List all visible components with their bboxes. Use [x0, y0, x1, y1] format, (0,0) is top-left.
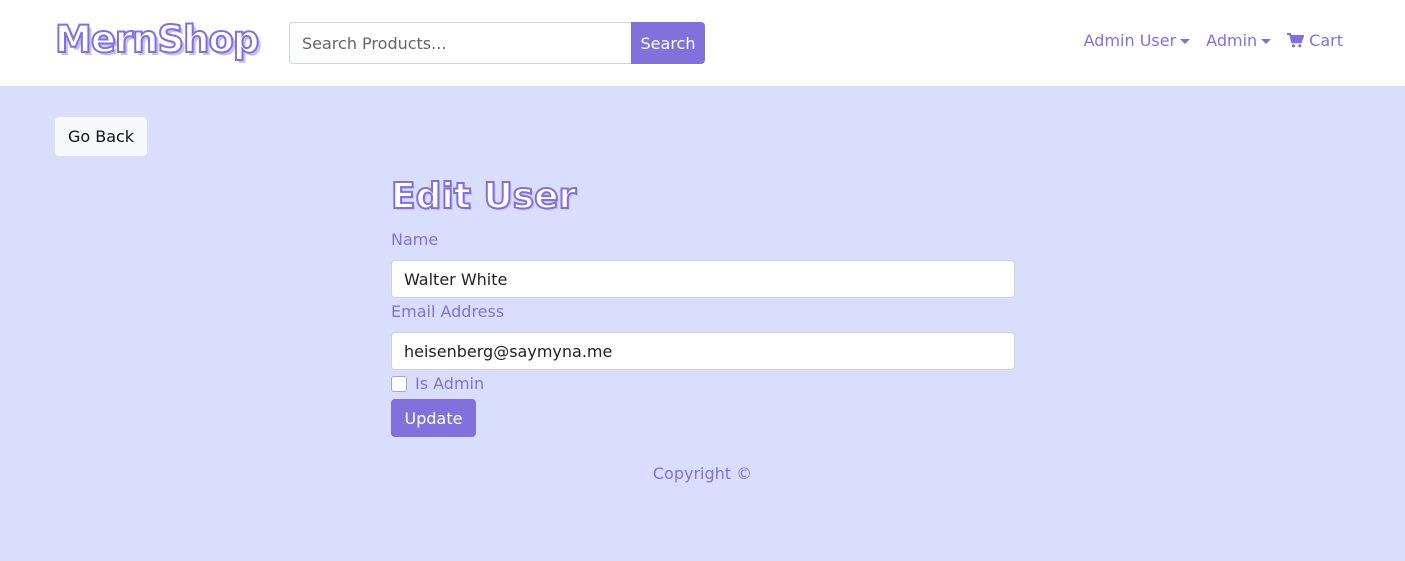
admin-label: Admin	[1206, 31, 1258, 50]
is-admin-row: Is Admin	[391, 373, 1015, 394]
chevron-down-icon	[1180, 38, 1191, 44]
go-back-button[interactable]: Go Back	[55, 117, 147, 156]
name-field[interactable]	[391, 260, 1015, 298]
is-admin-checkbox[interactable]	[391, 375, 407, 392]
chevron-down-icon	[1261, 38, 1272, 44]
brand-logo[interactable]: MernShop	[54, 17, 260, 62]
search-button[interactable]: Search	[631, 22, 705, 64]
update-button[interactable]: Update	[391, 399, 476, 437]
edit-user-form: Edit User Name Email Address Is Admin Up…	[390, 170, 1015, 437]
cart-label: Cart	[1309, 31, 1343, 50]
name-label: Name	[391, 230, 439, 249]
cart-icon	[1287, 33, 1305, 48]
admin-user-dropdown[interactable]: Admin User	[1084, 31, 1191, 50]
nav-links: Admin User Admin Cart	[1084, 31, 1343, 50]
footer-copyright: Copyright ©	[652, 464, 753, 483]
navbar: MernShop Search Admin User Admin Cart	[0, 0, 1405, 86]
cart-link[interactable]: Cart	[1287, 31, 1343, 50]
search-form: Search	[289, 22, 705, 64]
page-title: Edit User	[390, 175, 577, 218]
admin-dropdown[interactable]: Admin	[1206, 31, 1272, 50]
email-label: Email Address	[391, 302, 505, 321]
is-admin-label[interactable]: Is Admin	[415, 374, 484, 393]
email-field[interactable]	[391, 332, 1015, 370]
search-input[interactable]	[289, 22, 631, 64]
admin-user-label: Admin User	[1083, 31, 1177, 50]
